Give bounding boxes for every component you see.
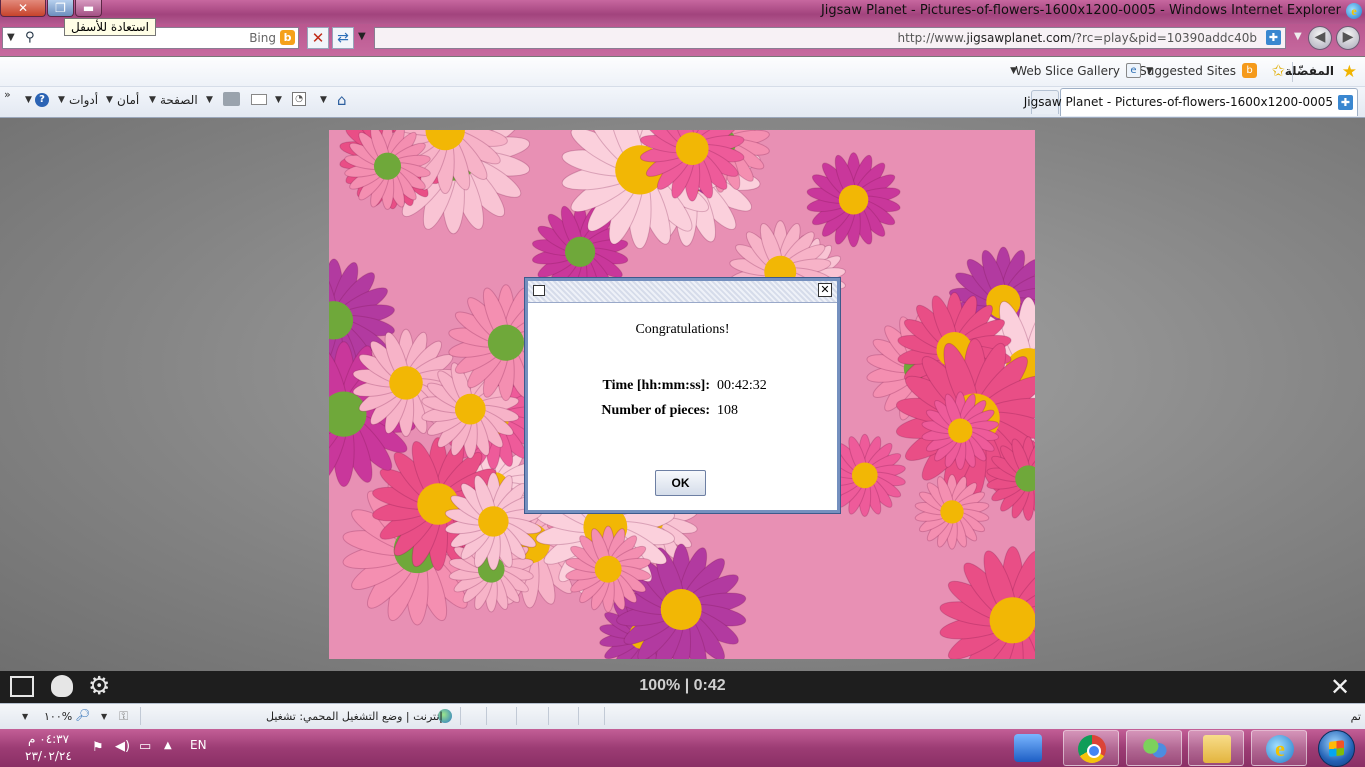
show-hidden-icons-arrow-icon[interactable]: ▲	[164, 740, 172, 751]
divider	[604, 707, 605, 725]
add-to-favorites-icon[interactable]: ✩	[1272, 61, 1285, 80]
progress-and-time: 100% | 0:42	[639, 677, 726, 694]
site-favicon-icon: ✚	[1338, 95, 1353, 110]
forward-button[interactable]: ◀	[1308, 26, 1332, 50]
suggested-sites-link[interactable]: Suggested Sites	[1139, 64, 1236, 78]
game-toolbar: ⚙ 100% | 0:42 ✕	[0, 671, 1365, 703]
zoom-level[interactable]: ١٠٠%	[44, 710, 72, 723]
url-domain: jigsawplanet.com	[966, 31, 1072, 45]
page-menu[interactable]: الصفحة	[160, 93, 198, 107]
clock-date[interactable]: ٢٣/٠٢/٢٤	[25, 749, 72, 763]
help-icon[interactable]: ?	[35, 93, 49, 107]
divider	[578, 707, 579, 725]
internet-explorer-icon: e	[1266, 735, 1294, 763]
dialog-heading: Congratulations!	[635, 322, 730, 337]
favorites-bar: ★ المفضّلة ✩ b Suggested Sites ▼ e Web S…	[0, 57, 1365, 87]
safety-menu[interactable]: أمان	[117, 93, 139, 107]
taskbar-chrome[interactable]	[1063, 730, 1119, 766]
dialog-title-bar[interactable]: ✕	[528, 281, 837, 303]
feeds-icon[interactable]: ◔	[292, 92, 306, 106]
messenger-icon	[1141, 735, 1169, 763]
safety-dropdown-icon[interactable]: ▼	[106, 95, 113, 105]
web-slice-gallery-link[interactable]: Web Slice Gallery	[1015, 64, 1120, 78]
address-bar[interactable]: http://www.jigsawplanet.com/?rc=play&pid…	[374, 27, 1286, 49]
divider	[460, 707, 461, 725]
web-slice-dropdown-icon[interactable]: ▼	[1010, 66, 1017, 76]
search-icon[interactable]: ⚲	[25, 30, 35, 45]
protected-mode-icon[interactable]: ⚿	[119, 709, 128, 724]
folder-icon	[1203, 735, 1231, 763]
time-label: Time [hh:mm:ss]:	[602, 378, 710, 393]
taskbar-messenger[interactable]	[1126, 730, 1182, 766]
recent-pages-dropdown-icon[interactable]: ▼	[1294, 31, 1302, 42]
start-button[interactable]	[1318, 730, 1355, 767]
chrome-icon	[1078, 735, 1106, 763]
help-dropdown-icon[interactable]: ▼	[25, 95, 32, 105]
divider	[548, 707, 549, 725]
tools-dropdown-icon[interactable]: ▼	[58, 95, 65, 105]
tab-label: Jigsaw Planet - Pictures-of-flowers-1600…	[1023, 95, 1333, 109]
mail-dropdown-icon[interactable]: ▼	[275, 95, 282, 105]
window-icon	[533, 285, 545, 296]
divider	[1292, 62, 1293, 82]
home-dropdown-icon[interactable]: ▼	[320, 95, 327, 105]
divider	[486, 707, 487, 725]
time-value: 00:42:32	[717, 378, 767, 393]
close-icon[interactable]: ✕	[1330, 673, 1350, 701]
restore-window-button[interactable]: ❐	[47, 0, 74, 17]
volume-icon[interactable]: ◀)	[115, 739, 130, 754]
pieces-value: 108	[717, 403, 738, 418]
status-text: تم	[1350, 710, 1361, 723]
close-window-button[interactable]: ✕	[0, 0, 46, 17]
bing-icon: b	[280, 30, 295, 45]
refresh-button[interactable]: ⇄	[332, 27, 354, 49]
stop-button[interactable]: ✕	[307, 27, 329, 49]
status-bar: تم إنترنت | وضع التشغيل المحمي: تشغيل ⚿ …	[0, 703, 1365, 729]
search-placeholder: Bing	[249, 31, 276, 45]
minimize-window-button[interactable]: ▬	[75, 0, 102, 17]
congratulations-dialog: ✕ Congratulations! Time [hh:mm:ss]: 00:4…	[525, 278, 840, 513]
mail-icon[interactable]	[251, 94, 267, 105]
clock-time[interactable]: ٠٤:٣٧ م	[28, 732, 69, 746]
address-row: ▼ ⚲ Bing b ✕ ⇄ ▼ http://www.jigsawplanet…	[0, 24, 1365, 56]
restore-tooltip: استعادة للأسفل	[64, 18, 156, 36]
network-icon[interactable]: ▭	[139, 739, 151, 754]
taskbar-media-player[interactable]	[1000, 730, 1056, 766]
suggested-sites-icon[interactable]: b	[1242, 63, 1257, 78]
media-player-icon	[1014, 734, 1042, 762]
print-dropdown-icon[interactable]: ▼	[206, 95, 213, 105]
taskbar-file-explorer[interactable]	[1188, 730, 1244, 766]
dialog-close-button[interactable]: ✕	[818, 283, 832, 297]
input-language[interactable]: EN	[190, 738, 207, 752]
address-dropdown-icon[interactable]: ▼	[358, 31, 366, 42]
pieces-label: Number of pieces:	[601, 403, 710, 418]
title-bar: ✕ ❐ ▬ Jigsaw Planet - Pictures-of-flower…	[0, 0, 1365, 24]
window-title: Jigsaw Planet - Pictures-of-flowers-1600…	[820, 3, 1341, 18]
divider	[140, 707, 141, 725]
taskbar: ٠٤:٣٧ م ٢٣/٠٢/٢٤ ⚑ ◀) ▭ ▲ EN e	[0, 729, 1365, 767]
zoom-dropdown-icon[interactable]: ▼	[22, 712, 28, 721]
internet-explorer-icon: e	[1346, 3, 1362, 19]
web-slice-icon[interactable]: e	[1126, 63, 1141, 78]
tab-jigsaw-planet[interactable]: Jigsaw Planet - Pictures-of-flowers-1600…	[1024, 88, 1358, 116]
favorites-star-icon[interactable]: ★	[1342, 62, 1357, 82]
page-dropdown-icon[interactable]: ▼	[149, 95, 156, 105]
protected-mode-dropdown-icon[interactable]: ▼	[101, 712, 107, 721]
back-button[interactable]: ▶	[1336, 26, 1360, 50]
ok-button[interactable]: OK	[655, 470, 706, 496]
chevron-icon[interactable]: »	[4, 88, 11, 101]
zoom-icon[interactable]: 🔎︎	[75, 708, 90, 722]
search-options-dropdown-icon[interactable]: ▼	[7, 32, 15, 43]
home-icon[interactable]: ⌂	[337, 91, 353, 109]
suggested-sites-dropdown-icon[interactable]: ▼	[1146, 66, 1153, 76]
taskbar-internet-explorer[interactable]: e	[1251, 730, 1307, 766]
tools-menu[interactable]: أدوات	[69, 93, 98, 107]
divider	[516, 707, 517, 725]
url-text: http://www.jigsawplanet.com/?rc=play&pid…	[897, 31, 1257, 45]
compatibility-view-icon[interactable]: ✚	[1266, 30, 1281, 45]
print-icon[interactable]	[223, 92, 240, 106]
action-center-flag-icon[interactable]: ⚑	[92, 740, 104, 755]
security-zone-text[interactable]: إنترنت | وضع التشغيل المحمي: تشغيل	[266, 710, 443, 723]
